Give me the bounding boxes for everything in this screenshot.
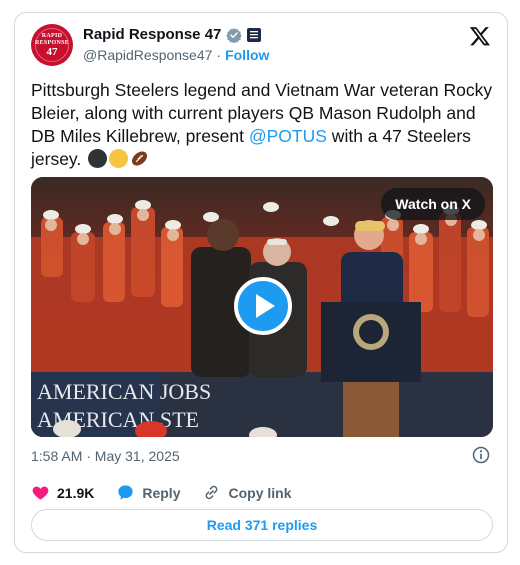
play-button[interactable] (234, 277, 292, 335)
heart-icon (32, 486, 49, 500)
mention-link[interactable]: @POTUS (249, 126, 327, 146)
verified-badge-icon (226, 27, 243, 43)
info-icon[interactable] (471, 445, 491, 465)
follow-button[interactable]: Follow (225, 47, 269, 63)
football-emoji-icon (132, 151, 148, 166)
handle[interactable]: @RapidResponse47 (83, 47, 212, 63)
author-name-row: Rapid Response 47 (83, 26, 262, 43)
action-bar: 21.9K Reply Copy link (31, 483, 314, 502)
display-name[interactable]: Rapid Response 47 (83, 26, 221, 43)
reply-button[interactable]: Reply (116, 483, 180, 502)
black-circle-emoji-icon (88, 149, 108, 168)
banner-line1: AMERICAN JOBS (37, 379, 211, 404)
copy-link-button[interactable]: Copy link (202, 483, 292, 502)
like-button[interactable]: 21.9K (31, 483, 94, 502)
government-flag-icon (247, 27, 262, 42)
link-icon (206, 485, 218, 500)
tweet-text: Pittsburgh Steelers legend and Vietnam W… (31, 79, 496, 171)
avatar[interactable]: RAPID RESPONSE 47 (31, 24, 73, 66)
video-player[interactable]: AMERICAN JOBS AMERICAN STE Watch on X (31, 177, 493, 437)
yellow-circle-emoji-icon (109, 149, 129, 168)
avatar-text-line3: 47 (46, 45, 58, 58)
watch-on-x-button[interactable]: Watch on X (381, 188, 485, 220)
play-icon (256, 294, 275, 318)
like-count: 21.9K (57, 484, 95, 501)
read-replies-button[interactable]: Read 371 replies (31, 509, 493, 541)
copy-link-label: Copy link (228, 484, 292, 501)
reply-label: Reply (142, 484, 181, 501)
reply-bubble-icon (118, 485, 133, 500)
timestamp[interactable]: 1:58 AM · May 31, 2025 (31, 448, 180, 464)
separator-dot: · (216, 47, 222, 63)
x-logo-icon[interactable] (469, 25, 491, 47)
handle-row: @RapidResponse47 · Follow (83, 47, 269, 63)
avatar-text-line1: RAPID (41, 32, 63, 39)
tweet-card: RAPID RESPONSE 47 Rapid Response 47 @Rap… (14, 12, 508, 553)
